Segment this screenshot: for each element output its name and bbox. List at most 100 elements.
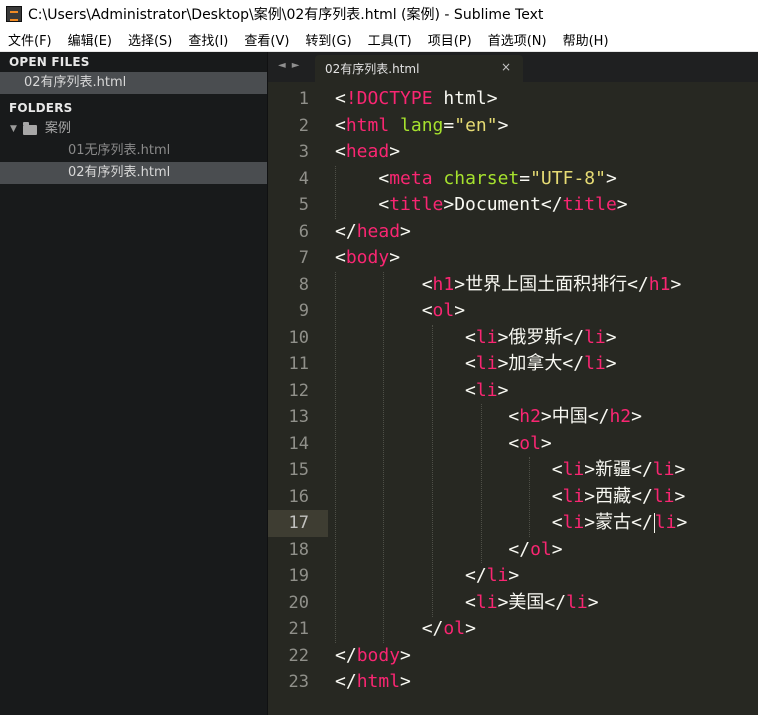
code-text[interactable]: <li>蒙古</li> <box>335 510 687 537</box>
code-line[interactable]: 3 <head> <box>268 139 758 166</box>
code-line[interactable]: 14 <ol> <box>268 431 758 458</box>
text-token: > <box>497 114 509 136</box>
code-line[interactable]: 11 <li>加拿大</li> <box>268 351 758 378</box>
title-bar: C:\Users\Administrator\Desktop\案例\02有序列表… <box>0 0 758 28</box>
code-text[interactable]: <li>俄罗斯</li> <box>335 325 617 352</box>
text-token: < <box>335 591 476 613</box>
code-line[interactable]: 1 <!DOCTYPE html> <box>268 86 758 113</box>
file-item-02[interactable]: 02有序列表.html <box>0 162 267 184</box>
string-token: "en" <box>454 114 498 136</box>
tag-token: body <box>345 247 390 268</box>
code-text[interactable]: <h1>世界上国土面积排行</h1> <box>335 272 682 299</box>
code-text[interactable]: <ol> <box>335 298 465 325</box>
tab-nav-arrows-icon[interactable]: ◄► <box>278 60 305 71</box>
menu-preferences[interactable]: 首选项(N) <box>480 30 555 49</box>
menu-goto[interactable]: 转到(G) <box>297 30 359 49</box>
folder-item[interactable]: ▼ 案例 <box>0 118 267 140</box>
text-token: >世界上国土面积排行</ <box>454 273 649 295</box>
text-token: > <box>616 194 628 215</box>
code-line[interactable]: 22 </body> <box>268 643 758 670</box>
line-number: 16 <box>288 486 309 507</box>
code-line[interactable]: 5 <title>Document</title> <box>268 192 758 219</box>
menu-file[interactable]: 文件(F) <box>0 30 60 49</box>
text-token: </ <box>335 220 357 242</box>
code-line[interactable]: 2 <html lang="en"> <box>268 113 758 140</box>
code-text[interactable]: <li>西藏</li> <box>335 484 686 511</box>
code-text[interactable]: <ol> <box>335 431 551 458</box>
disclosure-triangle-icon[interactable]: ▼ <box>10 118 17 140</box>
file-item-01[interactable]: 01无序列表.html <box>0 140 267 162</box>
line-number: 17 <box>288 513 309 533</box>
text-token: > <box>389 247 401 268</box>
string-token: "UTF-8" <box>530 167 606 189</box>
menu-help[interactable]: 帮助(H) <box>555 30 617 49</box>
menu-tools[interactable]: 工具(T) <box>360 30 420 49</box>
tab-bar: ◄► 02有序列表.html × <box>268 52 758 82</box>
code-text[interactable]: <!DOCTYPE html> <box>335 86 498 113</box>
line-number: 23 <box>288 672 309 692</box>
text-token: < <box>335 379 476 401</box>
tag-token: title <box>562 194 617 215</box>
text-token: > <box>676 512 688 533</box>
code-line[interactable]: 16 <li>西藏</li> <box>268 484 758 511</box>
code-text[interactable]: <meta charset="UTF-8"> <box>335 166 617 193</box>
text-token: < <box>335 88 346 109</box>
line-number: 12 <box>288 380 309 401</box>
code-text[interactable]: <li>美国</li> <box>335 590 599 617</box>
indent-guide <box>481 404 482 563</box>
open-file-item[interactable]: 02有序列表.html <box>0 72 267 94</box>
code-line[interactable]: 10 <li>俄罗斯</li> <box>268 325 758 352</box>
menu-selection[interactable]: 选择(S) <box>120 30 180 49</box>
menu-project[interactable]: 项目(P) <box>420 30 480 49</box>
menu-view[interactable]: 查看(V) <box>236 30 297 49</box>
code-text[interactable]: </ol> <box>335 616 476 643</box>
window-title: C:\Users\Administrator\Desktop\案例\02有序列表… <box>28 7 544 23</box>
code-line[interactable]: 12 <li> <box>268 378 758 405</box>
code-line[interactable]: 7 <body> <box>268 245 758 272</box>
text-token: < <box>335 247 346 268</box>
code-text[interactable]: <li>加拿大</li> <box>335 351 617 378</box>
code-text[interactable]: <li> <box>335 378 508 405</box>
code-text[interactable]: </li> <box>335 563 519 590</box>
tab-02-ordered-list[interactable]: 02有序列表.html × <box>315 55 523 82</box>
code-line[interactable]: 13 <h2>中国</h2> <box>268 404 758 431</box>
code-text[interactable]: <html lang="en"> <box>335 113 508 140</box>
code-line[interactable]: 21 </ol> <box>268 616 758 643</box>
text-token: < <box>335 406 520 427</box>
tag-token: li <box>562 459 585 480</box>
code-text[interactable]: </ol> <box>335 537 562 564</box>
code-line[interactable]: 17 <li>蒙古</li> <box>268 510 758 537</box>
code-editor[interactable]: 1 <!DOCTYPE html> 2 <html lang="en"> 3 <head>… <box>268 82 758 715</box>
text-token: > <box>605 167 617 189</box>
code-line[interactable]: 23 </html> <box>268 669 758 696</box>
code-line[interactable]: 4 <meta charset="UTF-8"> <box>268 166 758 193</box>
code-text[interactable]: </body> <box>335 643 411 670</box>
line-number: 13 <box>288 407 309 427</box>
text-token: > <box>631 406 642 427</box>
code-line[interactable]: 20 <li>美国</li> <box>268 590 758 617</box>
close-icon[interactable]: × <box>501 60 511 74</box>
code-line[interactable]: 6 </head> <box>268 219 758 246</box>
code-line[interactable]: 8 <h1>世界上国土面积排行</h1> <box>268 272 758 299</box>
code-text[interactable]: <title>Document</title> <box>335 192 628 219</box>
tag-token: li <box>584 326 606 348</box>
tag-token: h2 <box>609 406 632 427</box>
code-text[interactable]: </head> <box>335 219 411 246</box>
line-number: 5 <box>298 195 309 215</box>
code-line[interactable]: 9 <ol> <box>268 298 758 325</box>
code-text[interactable]: </html> <box>335 669 411 696</box>
text-token: = <box>519 167 531 189</box>
code-text[interactable]: <h2>中国</h2> <box>335 404 642 431</box>
text-token: > <box>674 485 686 507</box>
code-text[interactable]: <head> <box>335 139 400 166</box>
code-text[interactable]: <body> <box>335 245 400 272</box>
code-line[interactable]: 18 </ol> <box>268 537 758 564</box>
code-text[interactable]: <li>新疆</li> <box>335 457 686 484</box>
tag-token: li <box>562 512 585 533</box>
text-token: < <box>335 326 476 348</box>
menu-edit[interactable]: 编辑(E) <box>60 30 120 49</box>
indent-guide <box>383 272 384 643</box>
menu-find[interactable]: 查找(I) <box>180 30 236 49</box>
code-line[interactable]: 15 <li>新疆</li> <box>268 457 758 484</box>
code-line[interactable]: 19 </li> <box>268 563 758 590</box>
